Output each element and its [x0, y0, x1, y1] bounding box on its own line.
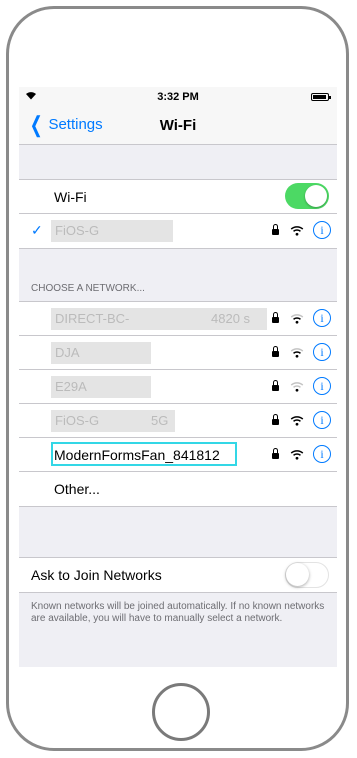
- network-icons: i: [272, 309, 331, 327]
- lock-icon: [272, 414, 279, 425]
- battery-icon: [311, 93, 331, 101]
- network-row-modernformsfan[interactable]: ModernFormsFan_841812 i: [19, 438, 337, 472]
- network-icons: i: [272, 221, 331, 239]
- network-name-suffix: 5G: [151, 413, 169, 428]
- choose-network-header: CHOOSE A NETWORK...: [31, 283, 145, 294]
- info-icon[interactable]: i: [313, 343, 331, 361]
- page-title: Wi-Fi: [159, 117, 197, 134]
- lock-icon: [272, 312, 279, 323]
- network-icons: i: [272, 445, 331, 463]
- network-row[interactable]: FiOS-G 5G i: [19, 404, 337, 438]
- network-name: DIRECT-BC-: [55, 311, 130, 326]
- network-name-blurred: E29A: [51, 376, 151, 398]
- network-name-blurred: FiOS-G 5G: [51, 410, 175, 432]
- ask-join-group: Ask to Join Networks: [19, 557, 337, 593]
- info-icon[interactable]: i: [313, 445, 331, 463]
- connected-network-row[interactable]: ✓ FiOS-G i: [19, 214, 337, 248]
- wifi-signal-icon: [290, 313, 304, 324]
- lock-icon: [272, 224, 279, 235]
- network-name: FiOS-G: [55, 223, 100, 238]
- lock-icon: [272, 380, 279, 391]
- network-row[interactable]: DJA i: [19, 336, 337, 370]
- wifi-signal-icon: [290, 225, 304, 236]
- wifi-signal-icon: [290, 347, 304, 358]
- wifi-label: Wi-Fi: [54, 189, 87, 205]
- network-icons: i: [272, 411, 331, 429]
- network-row[interactable]: DIRECT-BC- 4820 s i: [19, 302, 337, 336]
- wifi-group: Wi-Fi ✓ FiOS-G i: [19, 179, 337, 249]
- ask-join-label: Ask to Join Networks: [31, 567, 162, 583]
- network-icons: i: [272, 377, 331, 395]
- wifi-toggle[interactable]: [285, 183, 329, 209]
- info-icon[interactable]: i: [313, 309, 331, 327]
- network-name: E29A: [55, 379, 87, 394]
- wifi-signal-icon: [290, 381, 304, 392]
- network-icons: i: [272, 343, 331, 361]
- networks-group: DIRECT-BC- 4820 s i DJA i E29A i FiOS-G …: [19, 301, 337, 507]
- ask-join-row: Ask to Join Networks: [19, 558, 337, 592]
- navigation-bar: ❮ Settings Wi-Fi: [19, 107, 337, 145]
- checkmark-icon: ✓: [31, 222, 43, 238]
- screen: 3:32 PM ❮ Settings Wi-Fi Wi-Fi ✓ FiOS-G: [19, 87, 337, 667]
- other-network-row[interactable]: Other...: [19, 472, 337, 506]
- ask-join-toggle[interactable]: [285, 562, 329, 588]
- wifi-signal-icon: [290, 415, 304, 426]
- network-name-suffix: 4820 s: [211, 311, 251, 326]
- network-name: FiOS-G: [55, 413, 100, 428]
- info-icon[interactable]: i: [313, 411, 331, 429]
- home-button[interactable]: [152, 683, 210, 741]
- ask-join-footer: Known networks will be joined automatica…: [31, 601, 325, 624]
- other-label: Other...: [54, 481, 100, 497]
- wifi-signal-icon: [290, 449, 304, 460]
- status-bar: 3:32 PM: [19, 87, 337, 107]
- network-name-blurred: DJA: [51, 342, 151, 364]
- network-row[interactable]: E29A i: [19, 370, 337, 404]
- lock-icon: [272, 346, 279, 357]
- network-name: ModernFormsFan_841812: [54, 447, 220, 463]
- network-name: DJA: [55, 345, 80, 360]
- wifi-toggle-row: Wi-Fi: [19, 180, 337, 214]
- info-icon[interactable]: i: [313, 221, 331, 239]
- network-name-blurred: DIRECT-BC- 4820 s: [51, 308, 267, 330]
- network-name-blurred: FiOS-G: [51, 220, 173, 242]
- lock-icon: [272, 448, 279, 459]
- info-icon[interactable]: i: [313, 377, 331, 395]
- status-time: 3:32 PM: [157, 91, 199, 103]
